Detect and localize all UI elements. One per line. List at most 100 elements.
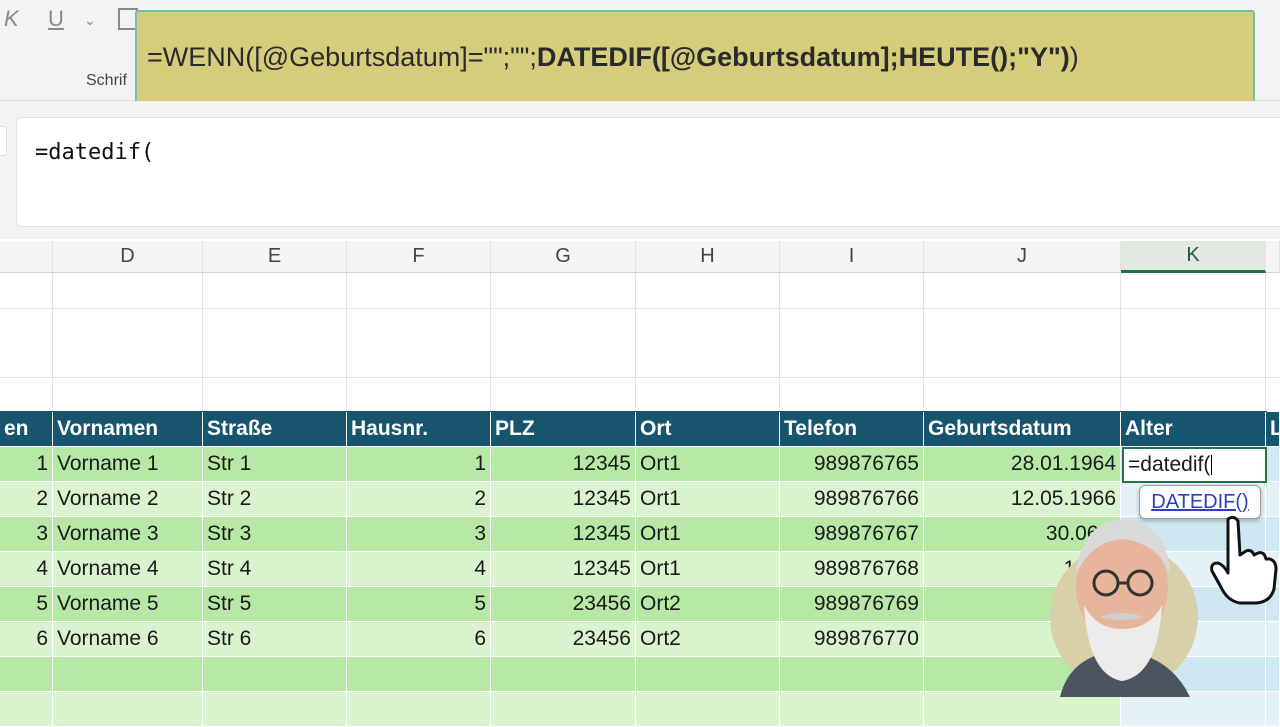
column-header-k[interactable]: K <box>1121 241 1266 273</box>
table-cell-vornamen[interactable]: Vorname 4 <box>53 552 203 587</box>
column-header-d[interactable]: D <box>53 241 203 273</box>
text-caret <box>1211 455 1213 476</box>
table-cell-ort[interactable]: Ort2 <box>636 622 780 657</box>
table-top-border <box>0 411 1267 412</box>
table-cell-plz[interactable]: 12345 <box>491 482 636 517</box>
table-cell-strasse[interactable]: Str 5 <box>203 587 347 622</box>
table-cell-hausnr[interactable]: 6 <box>347 622 491 657</box>
table-cell-strasse[interactable]: Str 2 <box>203 482 347 517</box>
table-cell-hausnr[interactable]: 1 <box>347 447 491 482</box>
table-cell-strasse[interactable]: Str 4 <box>203 552 347 587</box>
active-cell-k[interactable]: =datedif( <box>1122 447 1267 483</box>
table-header-hausnr[interactable]: Hausnr. <box>347 412 491 447</box>
table-cell-hausnr[interactable]: 3 <box>347 517 491 552</box>
table-header-telefon[interactable]: Telefon <box>780 412 924 447</box>
table-cell-l[interactable] <box>1266 657 1280 692</box>
table-cell-id[interactable]: 5 <box>0 587 53 622</box>
table-cell-id[interactable]: 2 <box>0 482 53 517</box>
formula-bar-text[interactable]: =datedif( <box>35 140 154 165</box>
table-cell-plz[interactable]: 23456 <box>491 622 636 657</box>
table-header-plz[interactable]: PLZ <box>491 412 636 447</box>
table-cell-ort[interactable]: Ort1 <box>636 517 780 552</box>
table-cell-strasse[interactable]: Str 3 <box>203 517 347 552</box>
table-cell-alter[interactable] <box>1121 692 1266 727</box>
table-cell-telefon[interactable]: 989876766 <box>780 482 924 517</box>
table-cell-ort[interactable] <box>636 657 780 692</box>
table-cell-l[interactable] <box>1266 622 1280 657</box>
presenter-avatar <box>1050 519 1198 697</box>
column-header-c[interactable] <box>0 241 53 273</box>
table-cell-plz[interactable] <box>491 692 636 727</box>
table-cell-plz[interactable]: 23456 <box>491 587 636 622</box>
table-cell-telefon[interactable]: 989876765 <box>780 447 924 482</box>
table-cell-ort[interactable]: Ort2 <box>636 587 780 622</box>
table-header-ort[interactable]: Ort <box>636 412 780 447</box>
table-cell-plz[interactable] <box>491 657 636 692</box>
table-cell-ort[interactable] <box>636 692 780 727</box>
table-cell-vornamen[interactable]: Vorname 3 <box>53 517 203 552</box>
table-header-vornamen[interactable]: Vornamen <box>53 412 203 447</box>
table-cell-vornamen[interactable]: Vorname 5 <box>53 587 203 622</box>
table-cell-vornamen[interactable]: Vorname 2 <box>53 482 203 517</box>
table-cell-vornamen[interactable]: Vorname 6 <box>53 622 203 657</box>
table-cell-id[interactable]: 6 <box>0 622 53 657</box>
table-cell-l[interactable] <box>1266 447 1280 482</box>
table-cell-strasse[interactable] <box>203 657 347 692</box>
table-header-strasse[interactable]: Straße <box>203 412 347 447</box>
table-cell-plz[interactable]: 12345 <box>491 552 636 587</box>
gridline <box>1265 273 1266 413</box>
table-cell-l[interactable] <box>1266 692 1280 727</box>
table-cell-telefon[interactable]: 989876770 <box>780 622 924 657</box>
table-cell-id[interactable] <box>0 692 53 727</box>
table-cell-plz[interactable]: 12345 <box>491 517 636 552</box>
table-cell-strasse[interactable]: Str 6 <box>203 622 347 657</box>
name-box-edge[interactable] <box>0 126 7 156</box>
table-header-alter[interactable]: Alter <box>1121 412 1266 447</box>
table-cell-telefon[interactable]: 989876767 <box>780 517 924 552</box>
table-cell-geburtsdatum[interactable]: 28.01.1964 <box>924 447 1121 482</box>
table-cell-hausnr[interactable]: 2 <box>347 482 491 517</box>
table-cell-ort[interactable]: Ort1 <box>636 482 780 517</box>
table-cell-id[interactable] <box>0 657 53 692</box>
underline-button[interactable]: U <box>48 6 64 32</box>
table-cell-ort[interactable]: Ort1 <box>636 552 780 587</box>
column-header-j[interactable]: J <box>924 241 1121 273</box>
font-group-label: Schrif <box>86 72 127 89</box>
formula-bar[interactable]: =datedif( <box>16 117 1280 227</box>
table-header-l[interactable]: L <box>1266 412 1280 447</box>
column-header-f[interactable]: F <box>347 241 491 273</box>
table-cell-telefon[interactable] <box>780 657 924 692</box>
table-cell-plz[interactable]: 12345 <box>491 447 636 482</box>
table-cell-l[interactable] <box>1266 482 1280 517</box>
table-cell-vornamen[interactable] <box>53 657 203 692</box>
column-header-g[interactable]: G <box>491 241 636 273</box>
table-cell-geburtsdatum[interactable] <box>924 692 1121 727</box>
column-header-l[interactable] <box>1266 241 1280 273</box>
table-header-id[interactable]: en <box>0 412 53 447</box>
table-cell-telefon[interactable]: 989876768 <box>780 552 924 587</box>
table-cell-id[interactable]: 1 <box>0 447 53 482</box>
table-cell-telefon[interactable] <box>780 692 924 727</box>
column-header-e[interactable]: E <box>203 241 347 273</box>
table-cell-id[interactable]: 4 <box>0 552 53 587</box>
column-header-i[interactable]: I <box>780 241 924 273</box>
table-cell-strasse[interactable]: Str 1 <box>203 447 347 482</box>
column-header-h[interactable]: H <box>636 241 780 273</box>
gridline <box>490 273 491 413</box>
chevron-down-icon[interactable]: ⌄ <box>84 12 96 29</box>
table-cell-vornamen[interactable] <box>53 692 203 727</box>
table-cell-hausnr[interactable]: 4 <box>347 552 491 587</box>
table-header-geburtsdatum[interactable]: Geburtsdatum <box>924 412 1121 447</box>
table-cell-id[interactable]: 3 <box>0 517 53 552</box>
table-cell-vornamen[interactable]: Vorname 1 <box>53 447 203 482</box>
table-cell-hausnr[interactable] <box>347 657 491 692</box>
table-cell-hausnr[interactable] <box>347 692 491 727</box>
table-cell-strasse[interactable] <box>203 692 347 727</box>
gridline <box>779 273 780 413</box>
table-cell-hausnr[interactable]: 5 <box>347 587 491 622</box>
italic-button[interactable]: K <box>4 6 19 32</box>
table-cell-telefon[interactable]: 989876769 <box>780 587 924 622</box>
table-cell-ort[interactable]: Ort1 <box>636 447 780 482</box>
active-cell-text[interactable]: =datedif( <box>1128 453 1210 476</box>
gridline <box>635 273 636 413</box>
